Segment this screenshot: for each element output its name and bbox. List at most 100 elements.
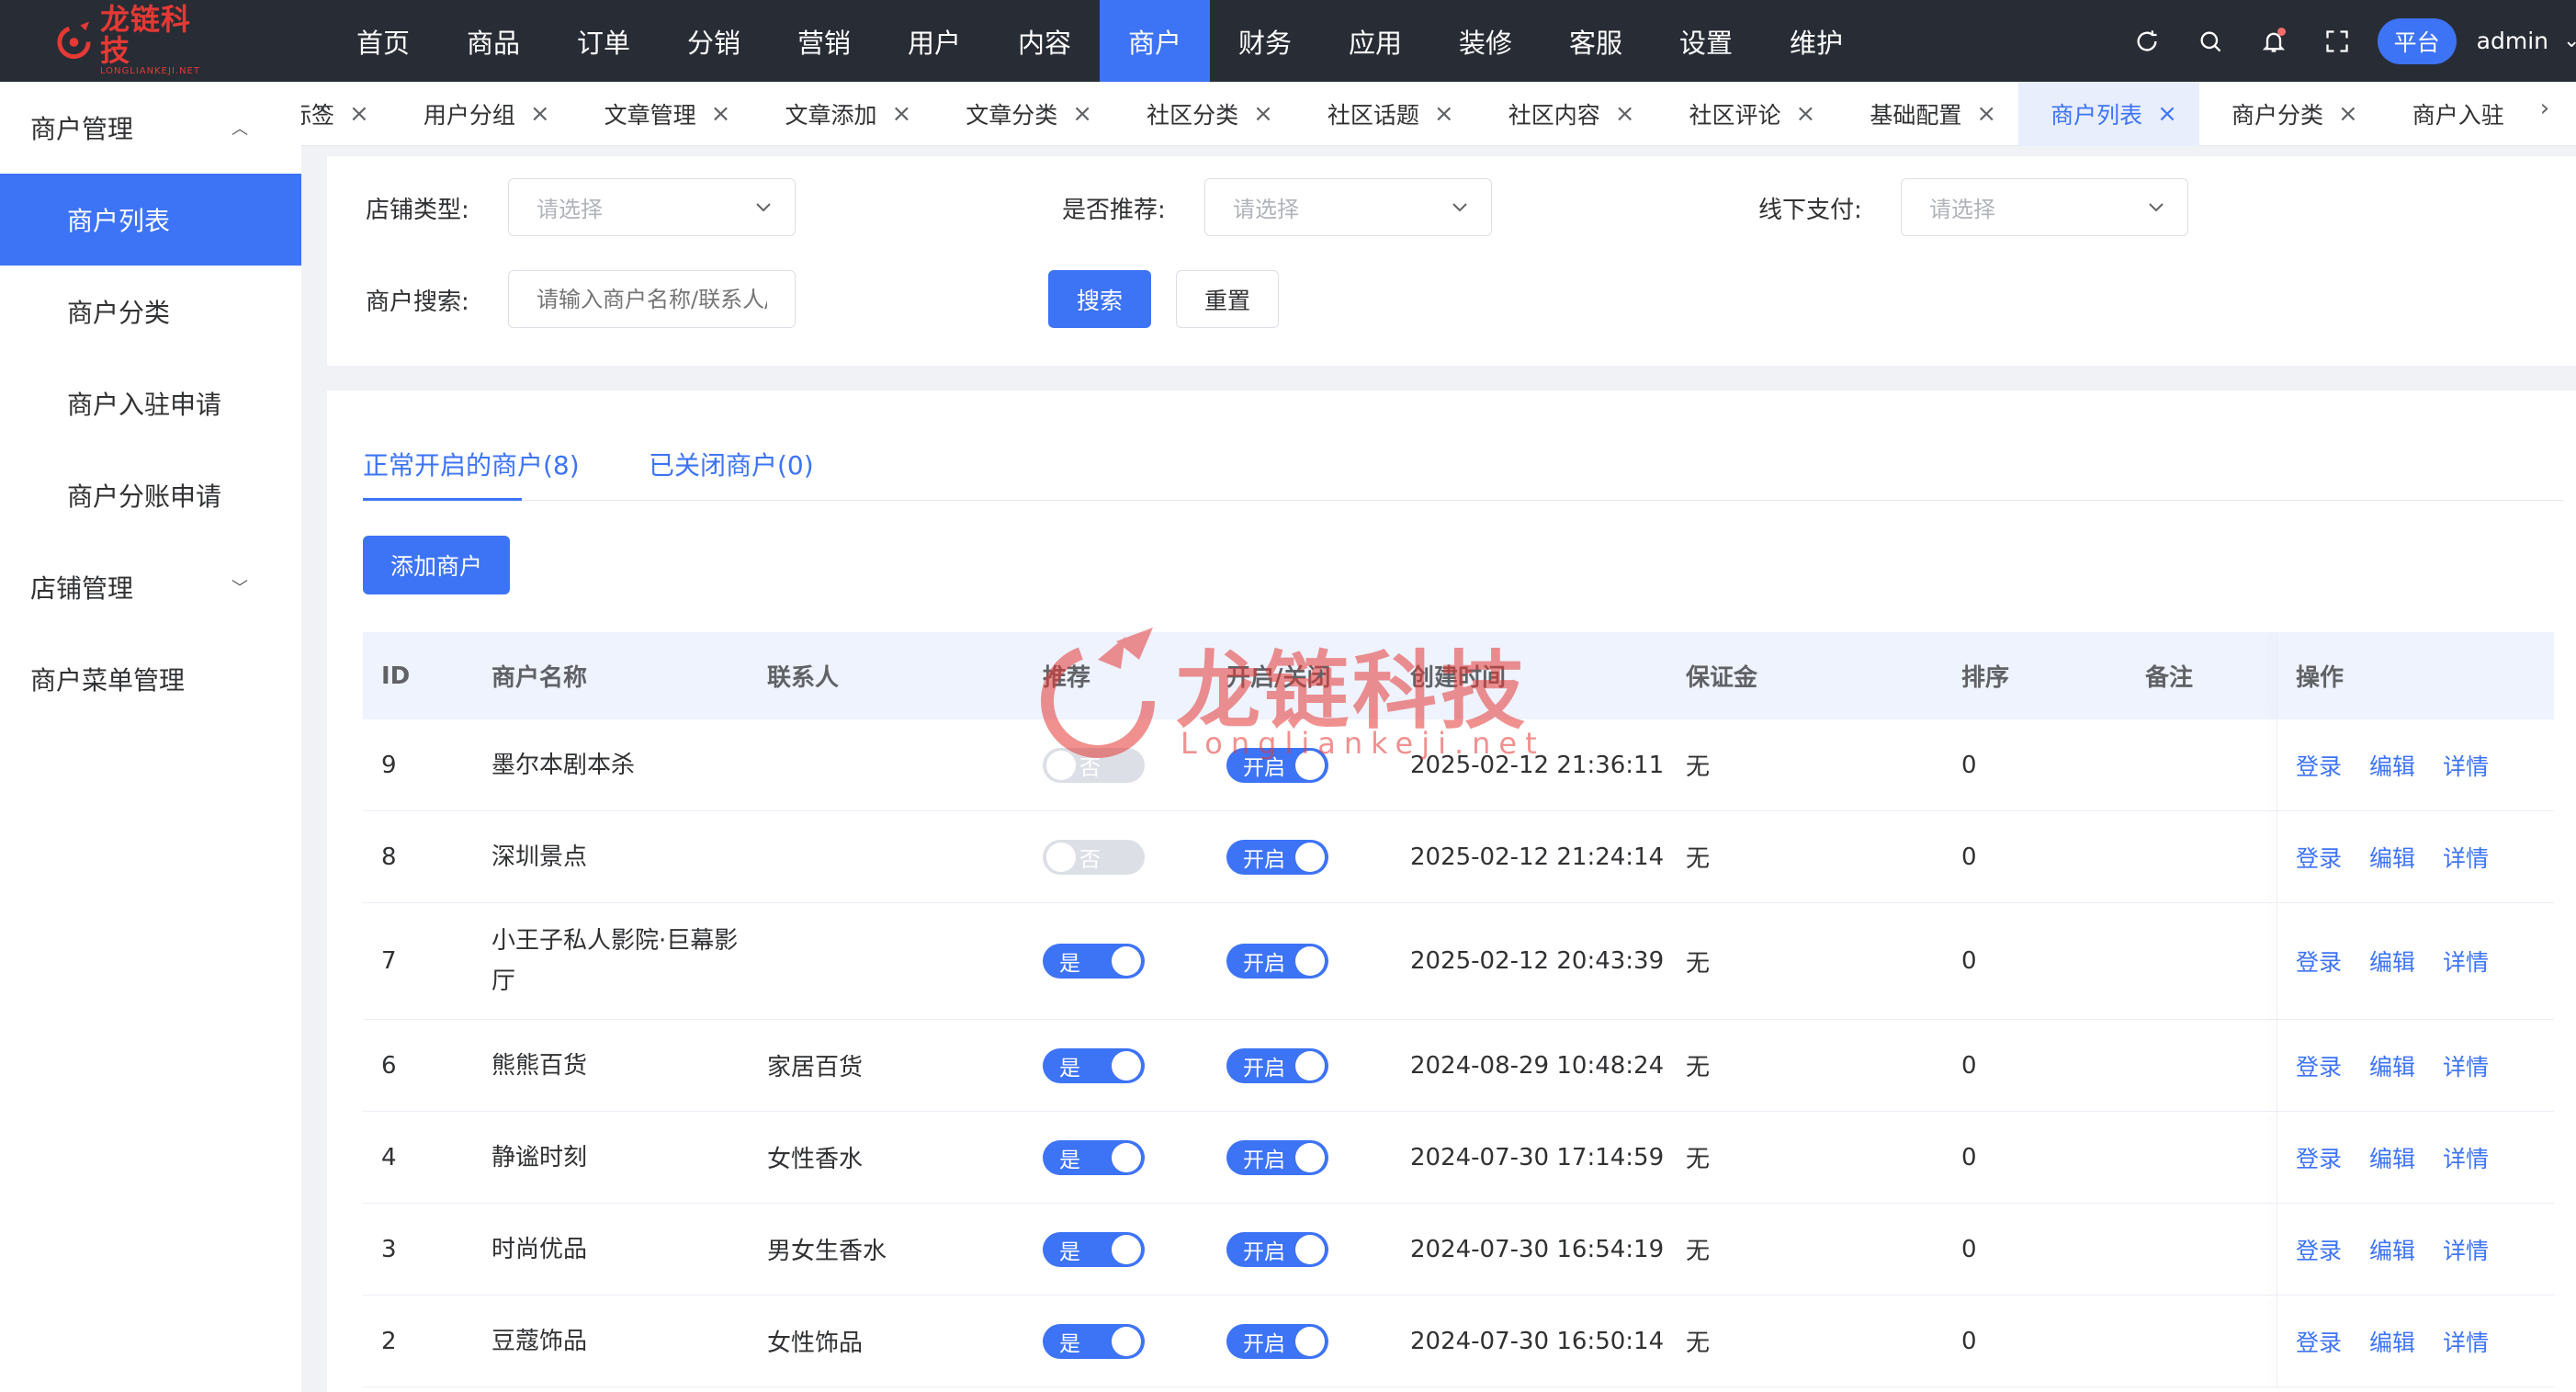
login-link[interactable]: 登录 bbox=[2296, 811, 2342, 902]
login-link[interactable]: 登录 bbox=[2296, 719, 2342, 810]
close-icon[interactable]: × bbox=[349, 100, 369, 128]
tab-open-merchants[interactable]: 正常开启的商户(8) bbox=[363, 446, 580, 482]
topnav-item[interactable]: 客服 bbox=[1541, 0, 1651, 82]
detail-link[interactable]: 详情 bbox=[2443, 719, 2489, 810]
detail-link[interactable]: 详情 bbox=[2443, 1204, 2489, 1295]
sidebar-item-merchant-split[interactable]: 商户分账申请 bbox=[0, 449, 301, 541]
tab-item[interactable]: 标签 × bbox=[301, 82, 391, 146]
login-link[interactable]: 登录 bbox=[2296, 1112, 2342, 1203]
tab-item[interactable]: 社区分类 × bbox=[1114, 82, 1295, 146]
login-link[interactable]: 登录 bbox=[2296, 903, 2342, 1019]
search-icon[interactable] bbox=[2195, 26, 2226, 57]
topnav-item[interactable]: 商品 bbox=[438, 0, 548, 82]
shop-type-select[interactable]: 请选择 bbox=[508, 178, 796, 236]
tab-item[interactable]: 文章管理 × bbox=[572, 82, 753, 146]
recommend-switch[interactable]: 否 bbox=[1043, 839, 1145, 875]
tab-item[interactable]: 社区内容 × bbox=[1476, 82, 1657, 146]
recommend-switch[interactable]: 是 bbox=[1043, 1231, 1145, 1267]
close-icon[interactable]: × bbox=[1976, 100, 1996, 128]
close-icon[interactable]: × bbox=[1615, 100, 1635, 128]
close-icon[interactable]: × bbox=[1434, 100, 1454, 128]
fullscreen-icon[interactable] bbox=[2322, 26, 2353, 57]
recommend-switch[interactable]: 是 bbox=[1043, 1323, 1145, 1359]
topnav-item[interactable]: 分销 bbox=[659, 0, 769, 82]
recommend-select[interactable]: 请选择 bbox=[1204, 178, 1492, 236]
close-icon[interactable]: × bbox=[1796, 100, 1816, 128]
detail-link[interactable]: 详情 bbox=[2443, 1020, 2489, 1111]
tab-item[interactable]: 商户列表 × bbox=[2018, 82, 2199, 146]
chevron-down-icon[interactable]: ⌄ bbox=[2563, 29, 2576, 52]
login-link[interactable]: 登录 bbox=[2296, 1204, 2342, 1295]
open-close-switch[interactable]: 开启 bbox=[1226, 747, 1328, 783]
edit-link[interactable]: 编辑 bbox=[2369, 1204, 2415, 1295]
recommend-switch[interactable]: 是 bbox=[1043, 944, 1145, 979]
edit-link[interactable]: 编辑 bbox=[2369, 1296, 2415, 1386]
open-close-switch[interactable]: 开启 bbox=[1226, 1323, 1328, 1359]
topnav-item[interactable]: 用户 bbox=[879, 0, 989, 82]
refresh-icon[interactable] bbox=[2131, 26, 2163, 57]
topnav-item[interactable]: 装修 bbox=[1430, 0, 1541, 82]
open-close-switch[interactable]: 开启 bbox=[1226, 1139, 1328, 1175]
close-icon[interactable]: × bbox=[2157, 100, 2177, 128]
topnav-item[interactable]: 维护 bbox=[1761, 0, 1871, 82]
edit-link[interactable]: 编辑 bbox=[2369, 811, 2415, 902]
admin-username[interactable]: admin bbox=[2477, 28, 2548, 54]
tab-item[interactable]: 社区评论 × bbox=[1657, 82, 1838, 146]
tab-item[interactable]: 商户分类 × bbox=[2199, 82, 2380, 146]
reset-button[interactable]: 重置 bbox=[1176, 270, 1279, 328]
topnav-item[interactable]: 营销 bbox=[769, 0, 879, 82]
open-close-switch[interactable]: 开启 bbox=[1226, 1047, 1328, 1083]
tab-closed-merchants[interactable]: 已关闭商户(0) bbox=[649, 446, 814, 482]
close-icon[interactable]: × bbox=[2338, 100, 2358, 128]
tab-item[interactable]: 文章添加 × bbox=[752, 82, 933, 146]
sidebar-item-merchant-apply[interactable]: 商户入驻申请 bbox=[0, 357, 301, 449]
recommend-switch[interactable]: 否 bbox=[1043, 747, 1145, 783]
close-icon[interactable]: × bbox=[711, 100, 731, 128]
open-close-switch[interactable]: 开启 bbox=[1226, 839, 1328, 875]
tab-item[interactable]: 基础配置 × bbox=[1837, 82, 2018, 146]
search-button[interactable]: 搜索 bbox=[1048, 270, 1151, 328]
topnav-item[interactable]: 财务 bbox=[1210, 0, 1320, 82]
tab-item[interactable]: 文章分类 × bbox=[933, 82, 1114, 146]
edit-link[interactable]: 编辑 bbox=[2369, 1020, 2415, 1111]
close-icon[interactable]: × bbox=[530, 100, 550, 128]
open-close-switch[interactable]: 开启 bbox=[1226, 944, 1328, 979]
close-icon[interactable]: × bbox=[1253, 100, 1273, 128]
detail-link[interactable]: 详情 bbox=[2443, 1112, 2489, 1203]
tab-item[interactable]: 用户分组 × bbox=[391, 82, 572, 146]
recommend-switch[interactable]: 是 bbox=[1043, 1139, 1145, 1175]
cell-id: 3 bbox=[381, 1235, 397, 1263]
bell-icon[interactable] bbox=[2258, 26, 2289, 57]
topnav-item[interactable]: 内容 bbox=[989, 0, 1100, 82]
sidebar-item-merchant-list[interactable]: 商户列表 bbox=[0, 174, 301, 266]
add-merchant-button[interactable]: 添加商户 bbox=[363, 536, 510, 594]
topnav-item[interactable]: 应用 bbox=[1320, 0, 1430, 82]
login-link[interactable]: 登录 bbox=[2296, 1296, 2342, 1386]
tabs-scroll-right-icon[interactable]: › bbox=[2528, 95, 2561, 122]
sidebar-group-menu[interactable]: 商户菜单管理 bbox=[0, 633, 301, 725]
topnav-item[interactable]: 订单 bbox=[548, 0, 659, 82]
edit-link[interactable]: 编辑 bbox=[2369, 1112, 2415, 1203]
topnav-item[interactable]: 设置 bbox=[1651, 0, 1761, 82]
sidebar-group-merchant[interactable]: 商户管理 ︿ bbox=[0, 82, 301, 174]
detail-link[interactable]: 详情 bbox=[2443, 811, 2489, 902]
tab-item[interactable]: 社区话题 × bbox=[1295, 82, 1476, 146]
merchant-search-input[interactable] bbox=[508, 270, 796, 328]
detail-link[interactable]: 详情 bbox=[2443, 1296, 2489, 1386]
recommend-switch[interactable]: 是 bbox=[1043, 1047, 1145, 1083]
tab-item[interactable]: 商户入驻申请× bbox=[2380, 82, 2506, 146]
sidebar-item-merchant-category[interactable]: 商户分类 bbox=[0, 266, 301, 357]
edit-link[interactable]: 编辑 bbox=[2369, 719, 2415, 810]
topnav-item[interactable]: 首页 bbox=[328, 0, 438, 82]
platform-button[interactable]: 平台 bbox=[2377, 17, 2457, 64]
edit-link[interactable]: 编辑 bbox=[2369, 903, 2415, 1019]
open-close-switch[interactable]: 开启 bbox=[1226, 1231, 1328, 1267]
close-icon[interactable]: × bbox=[891, 100, 911, 128]
detail-link[interactable]: 详情 bbox=[2443, 903, 2489, 1019]
topnav-item[interactable]: 商户 bbox=[1100, 0, 1210, 82]
sidebar-group-shop[interactable]: 店铺管理 ﹀ bbox=[0, 541, 301, 633]
close-icon[interactable]: × bbox=[1072, 100, 1092, 128]
logo[interactable]: 龙链科技 LONGLIANKEJI.NET bbox=[53, 4, 219, 76]
login-link[interactable]: 登录 bbox=[2296, 1020, 2342, 1111]
offline-pay-select[interactable]: 请选择 bbox=[1901, 178, 2188, 236]
